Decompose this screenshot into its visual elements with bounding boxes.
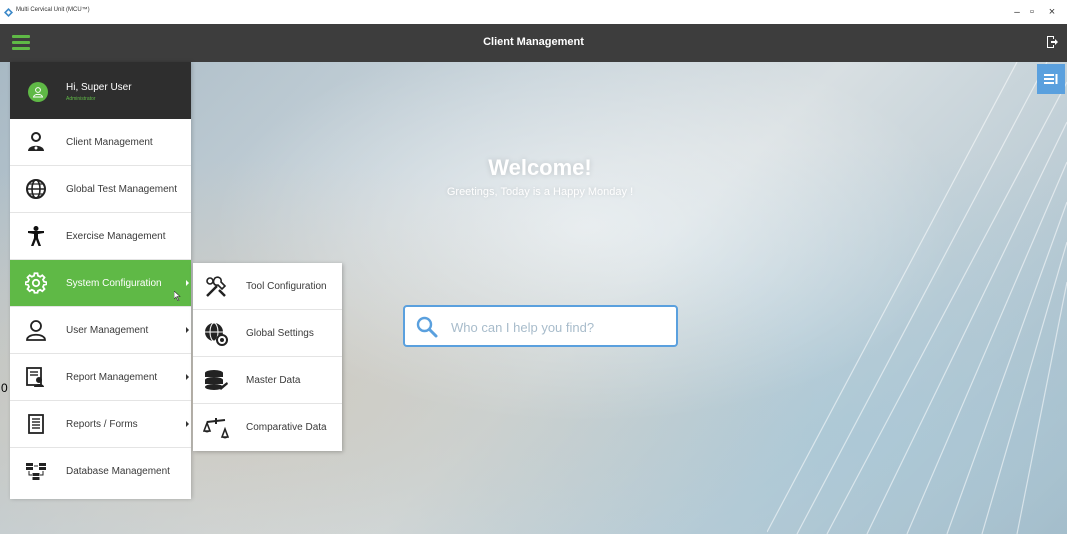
sidebar: Hi, Super User Administrator Client Mana… xyxy=(10,62,191,499)
submenu-item-tool-configuration[interactable]: Tool Configuration xyxy=(193,263,342,310)
window-title: Multi Cervical Unit (MCU™) xyxy=(16,7,90,13)
welcome-heading: Welcome! xyxy=(488,155,592,180)
greeting-text: Greetings, Today is a Happy Monday ! xyxy=(446,186,634,198)
sidebar-item-global-test-management[interactable]: Global Test Management xyxy=(10,166,191,213)
app-header: Client Management xyxy=(0,24,1067,62)
database-icon xyxy=(24,460,48,484)
search-icon[interactable] xyxy=(415,315,439,339)
sidebar-item-label: Database Management xyxy=(66,466,170,477)
sidebar-item-database-management[interactable]: Database Management xyxy=(10,448,191,495)
sidebar-item-reports-forms[interactable]: Reports / Forms xyxy=(10,401,191,448)
submenu-caret-icon xyxy=(186,374,189,380)
sidebar-item-system-configuration[interactable]: System Configuration xyxy=(10,260,191,307)
user-card: Hi, Super User Administrator xyxy=(10,62,191,119)
report-icon xyxy=(24,365,48,389)
document-icon xyxy=(24,412,48,436)
mouse-cursor-icon xyxy=(174,291,181,301)
submenu-caret-icon xyxy=(186,280,189,286)
search-input[interactable] xyxy=(451,317,671,337)
tools-icon xyxy=(206,276,227,297)
submenu-item-label: Comparative Data xyxy=(246,422,327,433)
client-icon xyxy=(24,130,48,154)
search-box[interactable] xyxy=(403,305,678,347)
decorative-lines xyxy=(767,62,1067,534)
scales-icon xyxy=(203,418,229,439)
minimize-button[interactable]: – xyxy=(1009,4,1025,20)
close-button[interactable]: × xyxy=(1044,4,1060,20)
window-titlebar: Multi Cervical Unit (MCU™) – ▫ × xyxy=(0,0,1067,24)
stray-text: 0 xyxy=(1,381,8,395)
globe-settings-icon xyxy=(205,322,228,346)
user-role: Administrator xyxy=(66,96,96,102)
submenu-item-label: Master Data xyxy=(246,375,301,386)
sidebar-item-label: Global Test Management xyxy=(66,183,177,195)
list-icon xyxy=(1044,74,1058,84)
master-data-icon xyxy=(205,370,228,390)
maximize-button[interactable]: ▫ xyxy=(1024,4,1040,20)
submenu-item-comparative-data[interactable]: Comparative Data xyxy=(193,404,342,451)
submenu-item-master-data[interactable]: Master Data xyxy=(193,357,342,404)
submenu-caret-icon xyxy=(186,327,189,333)
user-avatar-icon xyxy=(32,87,44,98)
gear-icon xyxy=(24,271,48,295)
logout-icon[interactable] xyxy=(1045,35,1059,49)
exercise-icon xyxy=(24,224,48,248)
app-window: Multi Cervical Unit (MCU™) – ▫ × Client … xyxy=(0,0,1067,534)
sidebar-item-label: Report Management xyxy=(66,371,158,383)
sidebar-item-label: Client Management xyxy=(66,136,153,148)
user-name: Hi, Super User xyxy=(66,82,132,93)
submenu-item-label: Global Settings xyxy=(246,328,314,339)
app-logo-icon xyxy=(4,8,13,17)
globe-icon xyxy=(24,177,48,201)
sidebar-item-label: Exercise Management xyxy=(66,230,166,242)
page-title: Client Management xyxy=(483,36,584,48)
sidebar-item-label: System Configuration xyxy=(66,277,162,289)
avatar[interactable] xyxy=(28,82,48,102)
sidebar-item-client-management[interactable]: Client Management xyxy=(10,119,191,166)
user-icon xyxy=(24,318,48,342)
sidebar-item-label: User Management xyxy=(66,324,149,336)
list-menu-button[interactable] xyxy=(1037,64,1065,94)
sidebar-item-label: Reports / Forms xyxy=(66,418,138,430)
submenu-item-global-settings[interactable]: Global Settings xyxy=(193,310,342,357)
sidebar-item-exercise-management[interactable]: Exercise Management xyxy=(10,213,191,260)
submenu-caret-icon xyxy=(186,421,189,427)
submenu-item-label: Tool Configuration xyxy=(246,281,327,292)
submenu-system-configuration: Tool Configuration Global Settings Maste… xyxy=(193,263,342,451)
sidebar-item-report-management[interactable]: Report Management xyxy=(10,354,191,401)
sidebar-item-user-management[interactable]: User Management xyxy=(10,307,191,354)
